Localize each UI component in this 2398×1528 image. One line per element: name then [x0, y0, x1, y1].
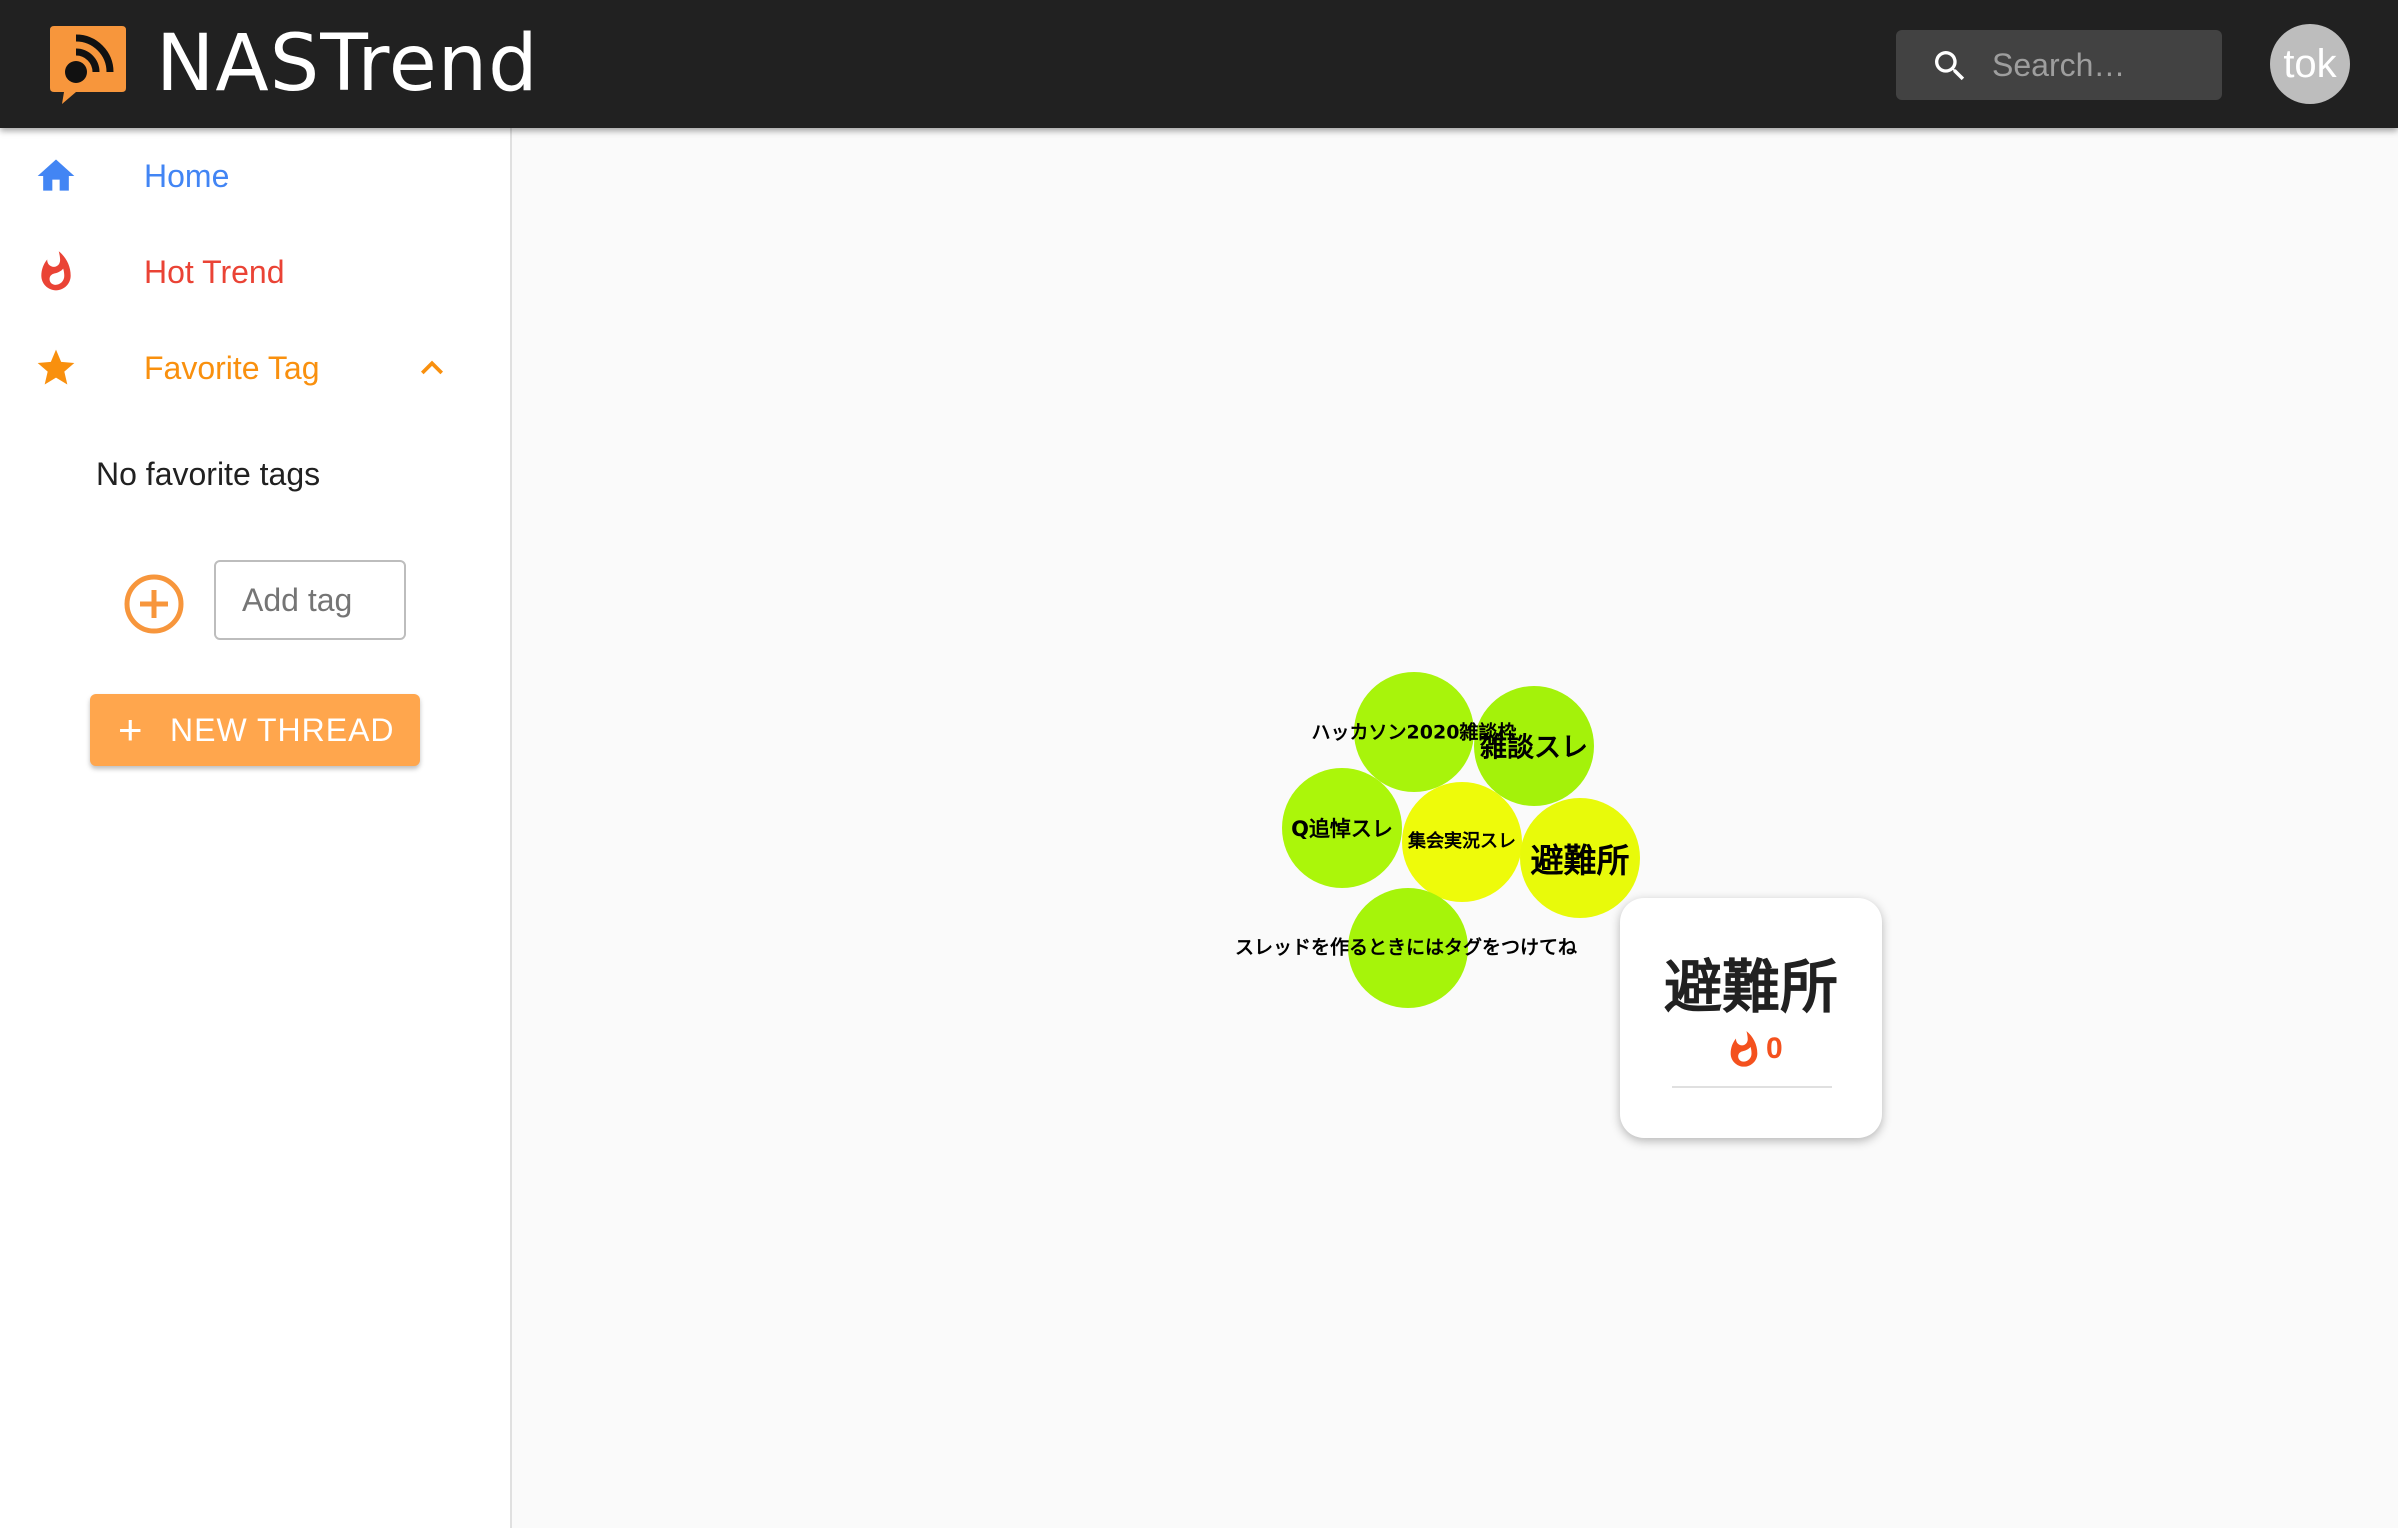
tag-bubble-label[interactable]: 雑談スレ [1480, 726, 1588, 765]
sidebar-item-hot-trend[interactable]: Hot Trend [0, 224, 510, 320]
new-thread-button[interactable]: + NEW THREAD [90, 694, 420, 766]
app-bar: NASTrend tok [0, 0, 2398, 128]
avatar[interactable]: tok [2270, 24, 2350, 104]
tag-bubble-label[interactable]: 避難所 [1531, 834, 1630, 882]
divider [1672, 1086, 1832, 1088]
hot-count-value: 0 [1766, 1032, 1783, 1065]
sidebar-item-label: Hot Trend [144, 254, 285, 290]
new-thread-label: NEW THREAD [170, 712, 395, 748]
search-icon [1935, 51, 1965, 81]
search-box[interactable] [1896, 30, 2222, 100]
add-tag-input[interactable] [214, 560, 406, 640]
tag-bubble-label[interactable]: スレッドを作るときにはタグをつけてね [1235, 933, 1577, 960]
fire-icon [1730, 1031, 1758, 1067]
tooltip-title: 避難所 [1663, 953, 1838, 1021]
sidebar-item-favorite-tag[interactable]: Favorite Tag [0, 320, 510, 416]
chevron-up-icon[interactable] [410, 346, 454, 390]
app-title[interactable]: NASTrend [156, 18, 539, 110]
sidebar: Home Hot Trend Favorite Tag No favorite … [0, 128, 512, 1528]
star-icon [34, 346, 78, 390]
sidebar-item-label: Favorite Tag [144, 350, 320, 386]
tag-bubble-label[interactable]: Q追悼スレ [1291, 813, 1393, 843]
sidebar-item-label: Home [144, 158, 230, 194]
fire-icon [34, 250, 78, 294]
plus-icon: + [118, 706, 144, 753]
search-input[interactable] [1992, 30, 2212, 100]
add-circle-icon[interactable] [122, 572, 186, 636]
tag-bubble-label[interactable]: 集会実況スレ [1408, 827, 1516, 853]
no-favorites-text: No favorite tags [96, 456, 321, 492]
sidebar-item-home[interactable]: Home [0, 128, 510, 224]
tag-tooltip-card: 避難所 0 [1620, 898, 1882, 1138]
home-icon [34, 154, 78, 198]
hot-count: 0 [1724, 1028, 1788, 1072]
rss-chat-icon[interactable] [46, 22, 130, 106]
